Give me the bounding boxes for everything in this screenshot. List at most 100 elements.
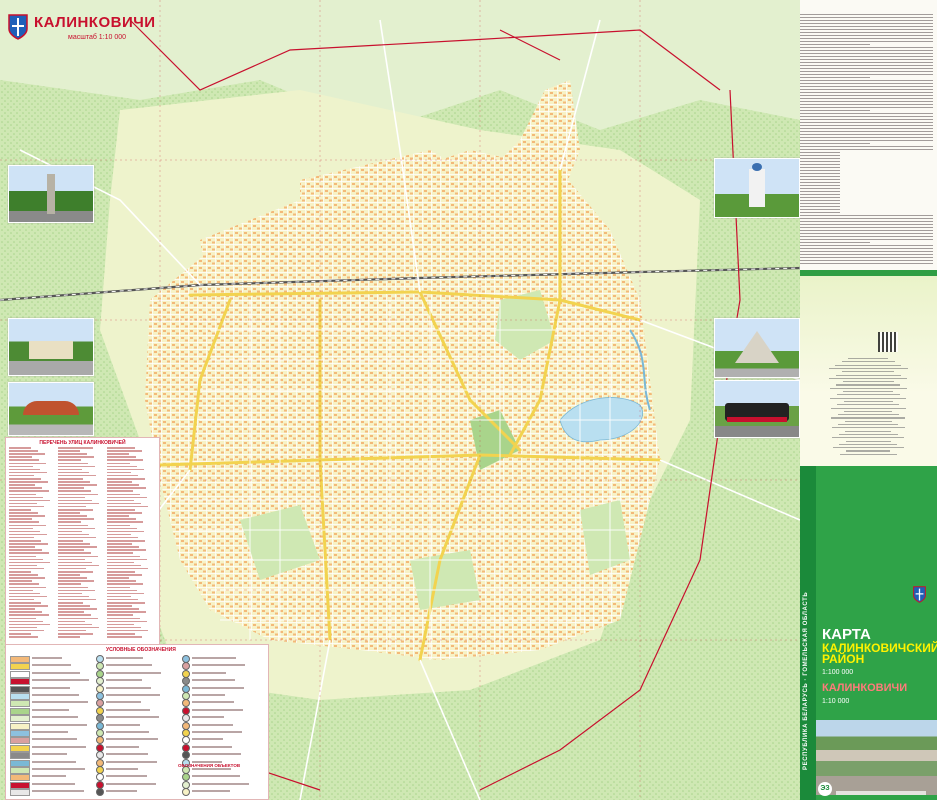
legend-item	[10, 729, 92, 737]
street-entry	[107, 558, 147, 561]
locomotive-photo	[714, 380, 800, 438]
text-line	[800, 32, 933, 34]
legend-item	[96, 677, 178, 686]
street-entry	[58, 608, 97, 610]
street-entry	[9, 471, 47, 474]
street-entry	[58, 447, 93, 449]
text-line	[800, 185, 840, 187]
text-line	[800, 122, 933, 124]
text-line	[800, 248, 933, 250]
park	[410, 550, 480, 610]
imprint-line	[842, 371, 894, 373]
imprint-line	[845, 430, 891, 432]
street-entry	[58, 574, 80, 576]
street-entry	[58, 515, 87, 517]
text-line	[800, 167, 840, 169]
text-line	[800, 188, 840, 190]
text-line	[800, 254, 933, 256]
street-entry	[9, 564, 37, 567]
city-map[interactable]: КАЛИНКОВИЧИ масштаб 1:10 000 ПЕРЕЧЕНЬ УЛ…	[0, 0, 800, 800]
street-entry	[58, 471, 89, 474]
street-entry	[58, 605, 90, 607]
imprint-line	[837, 414, 899, 416]
text-line	[800, 80, 933, 82]
street-entry	[107, 592, 144, 595]
legend-label	[106, 708, 150, 711]
map-title: КАЛИНКОВИЧИ	[34, 14, 156, 31]
street-entry	[58, 589, 95, 592]
text-line	[800, 134, 933, 136]
legend-item	[10, 751, 92, 760]
street-entry	[9, 530, 40, 533]
text-line	[800, 173, 840, 175]
street-entry	[58, 583, 81, 585]
text-line	[800, 152, 840, 154]
text-line	[800, 17, 933, 19]
text-line	[800, 200, 840, 202]
text-line	[800, 242, 870, 244]
street-entry	[107, 561, 134, 564]
street-entry	[9, 552, 49, 554]
legend-label	[106, 768, 138, 770]
text-line	[800, 50, 933, 52]
legend-label	[106, 753, 148, 756]
text-line	[800, 251, 933, 253]
street-entry	[107, 493, 140, 495]
legend-item	[96, 766, 178, 774]
street-entry	[9, 605, 48, 607]
street-entry	[58, 509, 93, 511]
street-entry	[9, 580, 32, 582]
cover-city-scale: 1:10 000	[822, 698, 850, 705]
street-entry	[9, 608, 35, 610]
street-entry	[107, 456, 136, 458]
description-text	[800, 14, 937, 270]
legend-item	[10, 685, 92, 693]
legend-label	[32, 716, 78, 719]
street-entry	[9, 496, 43, 499]
legend-label	[192, 775, 240, 778]
legend-item	[96, 714, 178, 723]
text-line	[800, 62, 933, 64]
street-entry	[107, 465, 137, 468]
street-entry	[107, 527, 137, 530]
legend-item	[182, 721, 264, 730]
street-entry	[9, 505, 44, 508]
text-line	[800, 74, 933, 76]
street-entry	[9, 546, 35, 548]
street-entry	[107, 602, 145, 604]
imprint-line	[832, 447, 904, 449]
legend-label	[192, 679, 235, 682]
street-entry	[107, 515, 129, 517]
legend-label	[106, 745, 139, 748]
street-entry	[107, 474, 138, 477]
street-entry	[107, 471, 131, 474]
street-entry	[58, 450, 80, 452]
street-entry	[9, 543, 48, 545]
street-entry	[107, 496, 147, 499]
text-line	[800, 23, 933, 25]
street-entry	[58, 580, 94, 582]
legend-item	[96, 788, 178, 797]
legend-label	[106, 782, 156, 785]
street-entry	[107, 617, 140, 619]
street-entry	[58, 462, 88, 464]
street-entry	[9, 592, 40, 595]
street-entry	[58, 617, 98, 619]
text-line	[800, 65, 933, 67]
street-entry	[107, 626, 141, 629]
street-entry	[107, 521, 143, 523]
legend-symbol	[10, 789, 30, 797]
street-entry	[58, 598, 96, 601]
legend-item	[182, 714, 264, 723]
imprint-line	[838, 433, 898, 436]
street-entry	[107, 629, 148, 632]
street-entry	[9, 633, 31, 635]
text-line	[800, 110, 870, 112]
street-entry	[107, 481, 132, 483]
legend-item	[96, 743, 178, 752]
street-entry	[58, 543, 90, 545]
street-entry	[107, 598, 138, 601]
street-entry	[107, 583, 143, 585]
street-entry	[9, 502, 37, 505]
legend-item	[182, 788, 264, 797]
